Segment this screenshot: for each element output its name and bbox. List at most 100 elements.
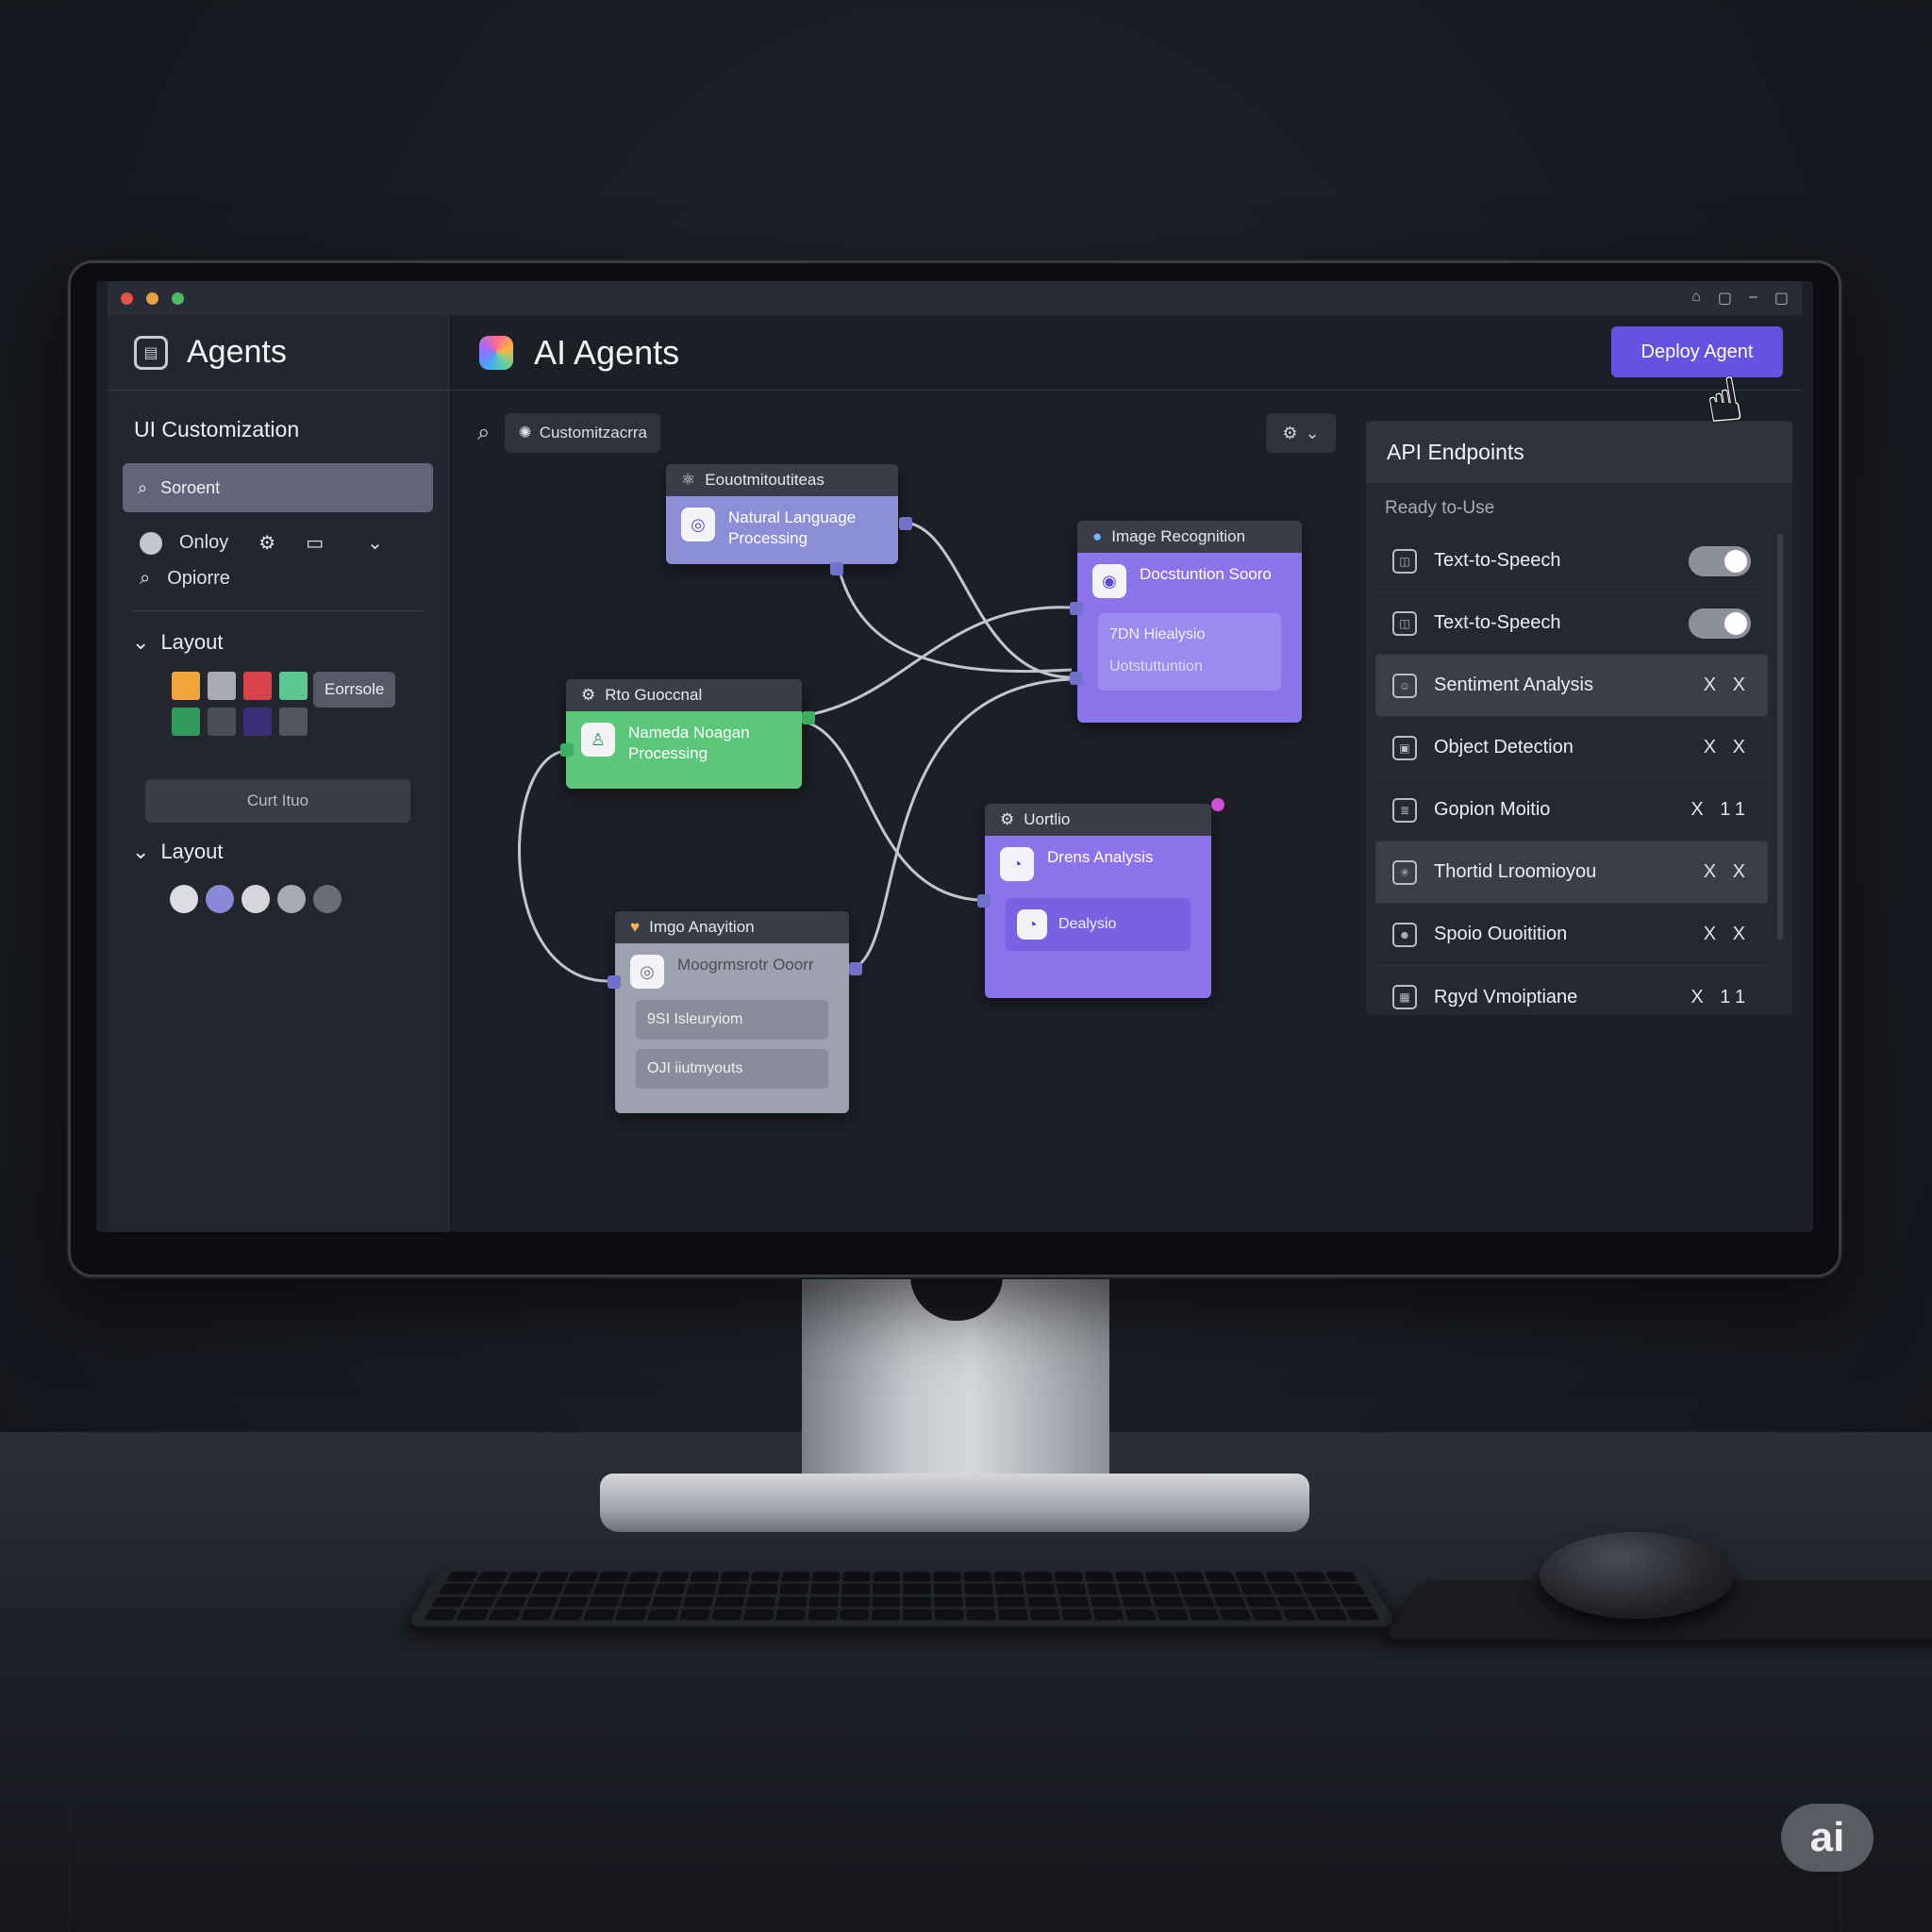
api-endpoints-panel: API Endpoints Ready to-Use ◫ Text-to-Spe…: [1366, 421, 1792, 1015]
keyboard-key: [624, 1584, 656, 1594]
node-label: Natural Language Processing: [728, 508, 857, 547]
keyboard-key: [841, 1572, 871, 1582]
endpoint-row[interactable]: ☺ Sentiment Analysis X X: [1375, 655, 1768, 717]
keyboard-key: [1301, 1584, 1335, 1594]
endpoint-toggle[interactable]: [1689, 608, 1751, 639]
node-port[interactable]: [560, 743, 574, 757]
endpoint-row[interactable]: ✳ Thortid Lroomioyou X X: [1375, 841, 1768, 904]
endpoint-toggle[interactable]: [1689, 545, 1751, 576]
keyboard-key: [840, 1596, 870, 1607]
panel-subtitle: Ready to-Use: [1385, 498, 1495, 518]
endpoint-row[interactable]: ◫ Text-to-Speech: [1375, 592, 1768, 655]
monitor-reflection: [68, 1792, 1841, 1932]
endpoint-actions[interactable]: X X: [1704, 675, 1751, 696]
node-header-label: Image Recognition: [1111, 527, 1246, 545]
keyboard-key: [933, 1572, 962, 1582]
endpoint-label: Spoio Ouoitition: [1434, 924, 1568, 944]
node-sub-label: Dealysio: [1058, 916, 1117, 932]
keyboard-key: [682, 1596, 714, 1607]
endpoint-row[interactable]: ≣ Gopion Moitio X 11: [1375, 779, 1768, 841]
keyboard-key: [1213, 1596, 1247, 1607]
keyboard-key: [872, 1596, 901, 1607]
node-label: Nameda Noagan Processing: [628, 724, 750, 762]
node-body: ◎ Moogrmsrotr Ooorr: [615, 943, 849, 1000]
node-sub-item[interactable]: 9SI Isleuryiom: [636, 1000, 828, 1040]
node-port[interactable]: [802, 711, 815, 724]
keyboard-key: [1117, 1584, 1149, 1594]
nlp-node[interactable]: ⚛ Eouotmitoutiteas ◎ Natural Language Pr…: [666, 464, 898, 564]
green-nlp-node[interactable]: ⚙ Rto Guoccnal ♙ Nameda Noagan Processin…: [566, 679, 802, 789]
keyboard-key: [903, 1572, 931, 1582]
globe-icon: ●: [1092, 527, 1103, 545]
keyboard-key: [1313, 1608, 1349, 1621]
data-analysis-node[interactable]: ⚙ Uortlio ◔ Drens Analysis ◔ Dealysio: [985, 804, 1211, 998]
app-screen: ⌂ ▢ – ▢ ▤ Agents UI Customization ⌕ Soro…: [96, 281, 1813, 1232]
keyboard-key: [779, 1584, 809, 1594]
endpoint-label: Text-to-Speech: [1434, 612, 1561, 633]
keyboard-key: [839, 1608, 869, 1621]
keyboard-key: [462, 1596, 497, 1607]
keyboard-key: [1056, 1584, 1087, 1594]
node-port[interactable]: [830, 562, 843, 575]
node-port[interactable]: [977, 894, 991, 908]
keyboard-key: [1058, 1596, 1090, 1607]
keyboard-key: [487, 1608, 522, 1621]
keyboard-key: [592, 1584, 625, 1594]
panel-scrollbar[interactable]: [1777, 534, 1783, 940]
node-header-label: Rto Guoccnal: [605, 686, 703, 704]
keyboard-key: [647, 1608, 680, 1621]
endpoint-label: Sentiment Analysis: [1434, 675, 1593, 695]
node-port[interactable]: [849, 962, 862, 975]
node-port[interactable]: [1070, 672, 1083, 685]
node-sub-item[interactable]: 7DN Hiealysio: [1098, 619, 1281, 651]
keyboard-key: [1114, 1572, 1145, 1582]
status-dot: [1211, 798, 1224, 811]
keyboard-key: [1345, 1608, 1381, 1621]
keyboard-key: [1250, 1608, 1285, 1621]
keyboard-key: [1324, 1572, 1358, 1582]
endpoint-row[interactable]: ▦ Rgyd Vmoiptiane X 11: [1375, 966, 1768, 1028]
image-acquisition-node[interactable]: ♥ Imgo Anayition ◎ Moogrmsrotr Ooorr 9SI…: [615, 911, 849, 1113]
node-header: ● Image Recognition: [1077, 521, 1302, 553]
node-port[interactable]: [608, 975, 621, 989]
node-port[interactable]: [899, 517, 912, 530]
endpoint-row[interactable]: ◫ Text-to-Speech: [1375, 530, 1768, 592]
speaker-icon: ◫: [1392, 548, 1417, 574]
node-body: ◎ Natural Language Processing: [666, 496, 898, 560]
node-header: ♥ Imgo Anayition: [615, 911, 849, 943]
analysis-icon: ◔: [1017, 909, 1047, 940]
node-header: ⚙ Rto Guoccnal: [566, 679, 802, 711]
keyboard-key: [774, 1608, 807, 1621]
keyboard-key: [455, 1608, 491, 1621]
endpoint-actions[interactable]: X 11: [1690, 799, 1751, 821]
keyboard-key: [1054, 1572, 1084, 1582]
keyboard-key: [1087, 1584, 1118, 1594]
keyboard-key: [562, 1584, 595, 1594]
node-sub-item[interactable]: ◔ Dealysio: [1006, 898, 1191, 951]
keyboard-key: [996, 1596, 1026, 1607]
palette-icon: ♥: [630, 918, 641, 936]
node-header-label: Uortlio: [1024, 810, 1071, 828]
node-sub-item[interactable]: OJI iiutmyouts: [636, 1049, 828, 1089]
endpoint-list: ◫ Text-to-Speech ◫ Text-to-Speech ☺ Sent…: [1375, 530, 1768, 1028]
keyboard-key: [651, 1596, 683, 1607]
endpoint-actions[interactable]: X X: [1704, 924, 1751, 945]
node-sub-item[interactable]: Uotstuttuntion: [1098, 651, 1281, 683]
speaker-icon: ◫: [1392, 610, 1417, 636]
keyboard-key: [1204, 1572, 1237, 1582]
endpoint-row[interactable]: ☻ Spoio Ouoitition X X: [1375, 904, 1768, 966]
endpoint-actions[interactable]: X 11: [1690, 987, 1751, 1008]
keyboard-key: [1029, 1608, 1060, 1621]
endpoint-actions[interactable]: X X: [1704, 737, 1751, 758]
keyboard-key: [423, 1608, 458, 1621]
keyboard-key: [934, 1596, 964, 1607]
keyboard-key: [807, 1608, 838, 1621]
keyboard-key: [567, 1572, 599, 1582]
image-recognition-node[interactable]: ● Image Recognition ◉ Docstuntion Sooro …: [1077, 521, 1302, 723]
endpoint-actions[interactable]: X X: [1704, 861, 1751, 883]
keyboard-key: [658, 1572, 690, 1582]
keyboard-key: [964, 1584, 994, 1594]
node-port[interactable]: [1070, 602, 1083, 615]
endpoint-row[interactable]: ▣ Object Detection X X: [1375, 717, 1768, 779]
keyboard-key: [583, 1608, 617, 1621]
